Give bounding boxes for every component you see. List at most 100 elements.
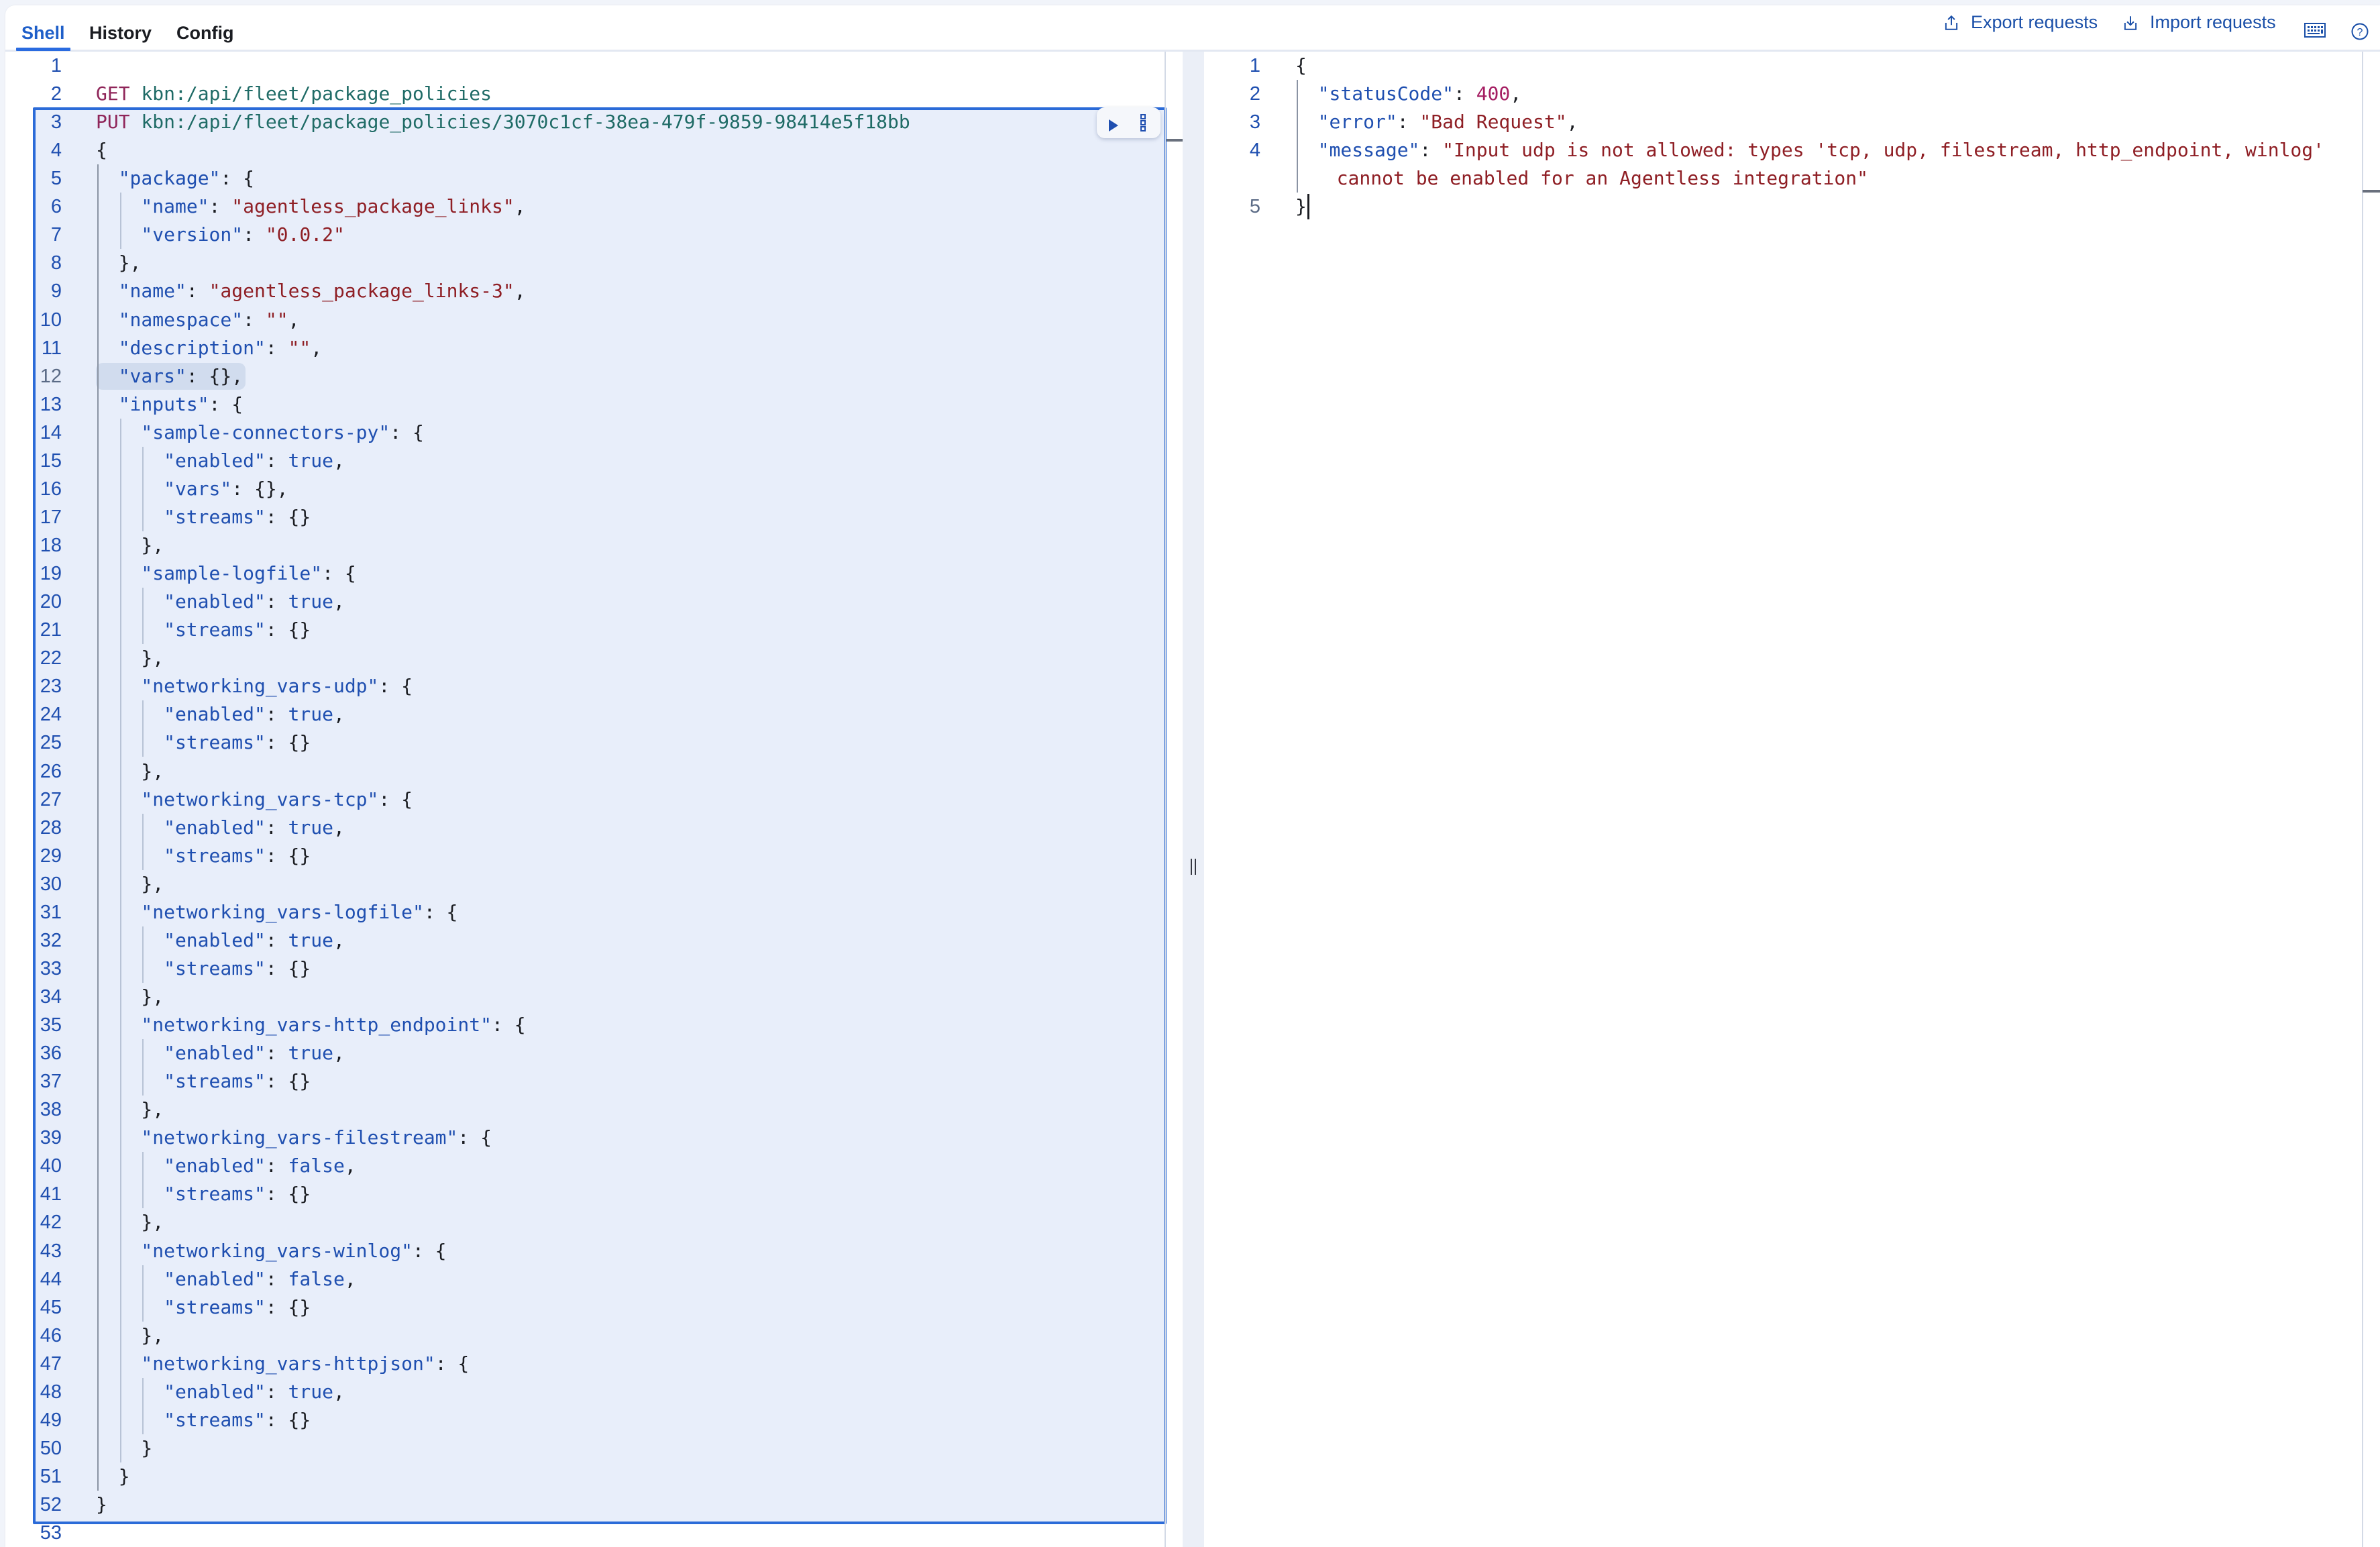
code-line[interactable]: 18}, <box>5 531 1165 559</box>
code-line[interactable]: 13 "inputs": { <box>5 390 1165 419</box>
panel-resizer[interactable] <box>1183 52 1204 1547</box>
code-line[interactable]: 14 "sample-connectors-py": { <box>5 419 1165 447</box>
token-key: "enabled" <box>164 1155 266 1177</box>
request-actions-toolbar <box>1097 107 1160 138</box>
token-punct: , <box>1566 111 1578 134</box>
code-line[interactable]: 24 "enabled": true, <box>5 700 1165 729</box>
token-str: "" <box>288 336 311 359</box>
code-line[interactable]: 45 "streams": {} <box>5 1293 1165 1322</box>
more-actions-button[interactable] <box>1140 113 1146 137</box>
code-line[interactable]: 1 <box>5 52 1165 80</box>
code-line[interactable]: 3 "error": "Bad Request", <box>1204 108 2380 136</box>
code-line[interactable]: 26}, <box>5 757 1165 786</box>
code-line[interactable]: 7 "version": "0.0.2" <box>5 221 1165 249</box>
code-text: } <box>141 1434 152 1462</box>
keyboard-shortcuts-button[interactable] <box>2304 23 2326 41</box>
code-line[interactable]: 43 "networking_vars-winlog": { <box>5 1237 1165 1265</box>
code-line[interactable]: 52} <box>5 1491 1165 1519</box>
request-editor[interactable]: 1 2 GET kbn:/api/fleet/package_policies 3 PU… <box>5 52 1167 1547</box>
token-key: "networking_vars-filestream" <box>141 1126 458 1149</box>
code-line[interactable]: 21 "streams": {} <box>5 616 1165 644</box>
code-line[interactable]: 25 "streams": {} <box>5 729 1165 757</box>
code-line[interactable]: 50} <box>5 1434 1165 1462</box>
code-line[interactable]: 9 "name": "agentless_package_links-3", <box>5 277 1165 305</box>
tab-config[interactable]: Config <box>176 16 233 50</box>
tab-shell[interactable]: Shell <box>16 16 70 51</box>
token-punct: : <box>1453 83 1476 105</box>
scrollbar-position-marker <box>2363 190 2380 193</box>
line-number: 30 <box>40 873 62 895</box>
response-output[interactable]: 1{2 "statusCode": 400, 3 "error": "Bad Requ… <box>1204 52 2380 1547</box>
token-punct <box>130 83 142 105</box>
code-line[interactable]: 30}, <box>5 870 1165 898</box>
code-line[interactable]: 22}, <box>5 644 1165 672</box>
token-punct: : <box>265 928 288 951</box>
line-number: 15 <box>40 449 62 472</box>
code-line[interactable]: 4 "message": "Input udp is not allowed: t… <box>1204 136 2380 164</box>
token-punct: { <box>96 139 107 162</box>
import-icon <box>2124 16 2137 30</box>
code-line[interactable]: 40 "enabled": false, <box>5 1152 1165 1180</box>
code-line[interactable]: 10 "namespace": "", <box>5 306 1165 334</box>
code-line[interactable]: 34}, <box>5 983 1165 1011</box>
token-key: "enabled" <box>164 703 266 726</box>
code-line[interactable]: 27 "networking_vars-tcp": { <box>5 786 1165 814</box>
code-line[interactable]: 2 GET kbn:/api/fleet/package_policies <box>5 80 1165 108</box>
more-vertical-icon <box>1140 114 1146 131</box>
code-text: }, <box>141 870 164 898</box>
code-line[interactable]: 32 "enabled": true, <box>5 926 1165 955</box>
code-line[interactable]: 12 "vars": {}, <box>5 362 1165 390</box>
code-line[interactable]: 11 "description": "", <box>5 334 1165 362</box>
code-line[interactable]: cannot be enabled for an Agentless integ… <box>1204 164 2380 193</box>
code-line[interactable]: 49 "streams": {} <box>5 1406 1165 1434</box>
code-line[interactable]: 2 "statusCode": 400, <box>1204 80 2380 108</box>
code-line[interactable]: 1{ <box>1204 52 2380 80</box>
code-line[interactable]: 38}, <box>5 1096 1165 1124</box>
code-line[interactable]: 39 "networking_vars-filestream": { <box>5 1124 1165 1152</box>
code-line[interactable]: 5} <box>1204 193 2380 221</box>
help-button[interactable]: ? <box>2351 23 2369 44</box>
token-key: "networking_vars-winlog" <box>141 1239 413 1262</box>
code-line[interactable]: 20 "enabled": true, <box>5 588 1165 616</box>
code-line[interactable]: 3 PUT kbn:/api/fleet/package_policies/307… <box>5 108 1165 136</box>
indent-guide <box>97 164 99 1491</box>
code-line[interactable]: 17 "streams": {} <box>5 503 1165 531</box>
token-method: PUT <box>96 111 130 134</box>
code-text: "streams": {} <box>164 1293 311 1322</box>
svg-text:?: ? <box>2357 27 2363 38</box>
token-key: "vars" <box>164 477 232 500</box>
code-line[interactable]: 4{ <box>5 136 1165 164</box>
code-text: "error": "Bad Request", <box>1318 108 1578 136</box>
code-line[interactable]: 44 "enabled": false, <box>5 1265 1165 1293</box>
code-line[interactable]: 46}, <box>5 1322 1165 1350</box>
code-text: "enabled": true, <box>164 1039 345 1067</box>
token-punct: }, <box>141 759 164 782</box>
code-line[interactable]: 16 "vars": {}, <box>5 475 1165 503</box>
code-line[interactable]: 8}, <box>5 249 1165 277</box>
request-editor-scrollbar[interactable] <box>1165 52 1166 1547</box>
code-line[interactable]: 31 "networking_vars-logfile": { <box>5 898 1165 926</box>
code-line[interactable]: 6 "name": "agentless_package_links", <box>5 193 1165 221</box>
code-line[interactable]: 23 "networking_vars-udp": { <box>5 672 1165 700</box>
code-line[interactable]: 47 "networking_vars-httpjson": { <box>5 1350 1165 1378</box>
code-line[interactable]: 53 <box>5 1519 1165 1547</box>
code-line[interactable]: 37 "streams": {} <box>5 1067 1165 1096</box>
code-line[interactable]: 28 "enabled": true, <box>5 814 1165 842</box>
send-request-button[interactable] <box>1107 115 1120 138</box>
resize-grip-icon <box>1191 859 1196 875</box>
code-line[interactable]: 51} <box>5 1462 1165 1491</box>
tab-history[interactable]: History <box>89 16 152 50</box>
code-line[interactable]: 19 "sample-logfile": { <box>5 559 1165 588</box>
code-line[interactable]: 29 "streams": {} <box>5 842 1165 870</box>
code-line[interactable]: 48 "enabled": true, <box>5 1378 1165 1406</box>
response-output-scrollbar[interactable] <box>2362 52 2363 1547</box>
code-line[interactable]: 33 "streams": {} <box>5 955 1165 983</box>
code-line[interactable]: 41 "streams": {} <box>5 1180 1165 1208</box>
token-str: "agentless_package_links-3" <box>209 280 515 303</box>
code-line[interactable]: 35 "networking_vars-http_endpoint": { <box>5 1011 1165 1039</box>
token-punct: , <box>333 590 345 613</box>
code-line[interactable]: 15 "enabled": true, <box>5 447 1165 475</box>
code-line[interactable]: 36 "enabled": true, <box>5 1039 1165 1067</box>
code-line[interactable]: 5 "package": { <box>5 164 1165 193</box>
code-line[interactable]: 42}, <box>5 1208 1165 1236</box>
